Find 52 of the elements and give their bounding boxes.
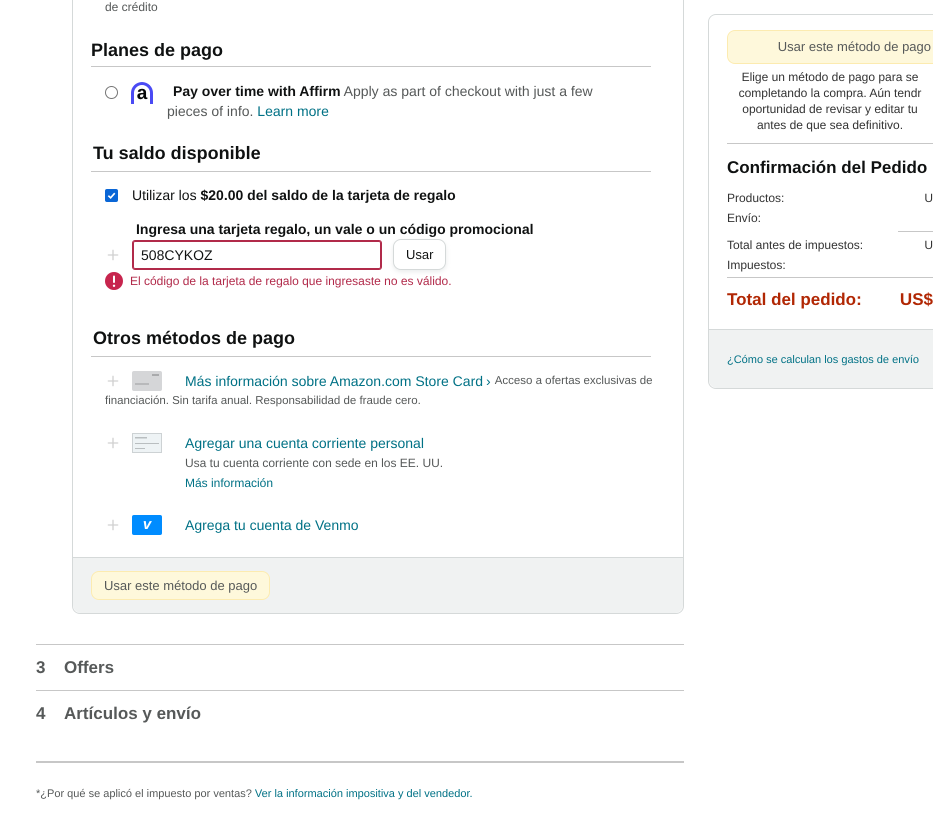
plus-icon [105,517,121,533]
order-total-label: Total del pedido: [727,289,862,312]
chevron-icon: › [486,371,491,391]
apply-button[interactable]: Usar [393,239,446,270]
method-link[interactable]: Agregar una cuenta corriente personal [185,433,424,453]
step-title: Offers [64,656,114,679]
tax-info-link[interactable]: Ver la información impositiva y del vendedor. [254,788,473,800]
error-icon [105,272,123,290]
section-heading: Tu saldo disponible [93,142,261,165]
plus-icon [105,246,121,262]
gift-card-label: Utilizar los $20.00 del saldo de la tarjeta de regalo [132,186,456,205]
store-card-description: Acceso a ofertas exclusivas de [494,374,653,389]
summary-note-line: Elige un método de pago para se [742,69,918,85]
use-payment-button[interactable]: Usar este método de pago [727,30,933,64]
affirm-description: Pay over time with Affirm Apply as part of checkout with just a few pieces of info. Learn more [167,82,594,121]
checkbox[interactable] [105,188,118,202]
radio-button[interactable] [105,86,118,99]
code-label: Ingresa una tarjeta regalo, un vale o un código promocional [136,220,534,238]
summary-note-line: oportunidad de revisar y editar tu [742,101,918,117]
summary-label: Impuestos: [727,257,786,274]
summary-note-line: antes de que sea definitivo. [756,117,904,133]
check-icon [132,433,162,453]
step-number: 4 [36,703,46,726]
card-icon [132,371,162,391]
plus-icon [105,435,121,451]
section-heading: Planes de pago [91,39,224,62]
credit-note: de crédito [105,0,159,14]
learn-more-link[interactable]: Learn more [257,103,329,119]
method-description: Usa tu cuenta corriente con sede en los EE. UU. [185,455,444,472]
step-number: 3 [36,656,46,679]
summary-label: Envío: [727,210,762,227]
method-link[interactable]: Agrega tu cuenta de Venmo [185,515,359,535]
plus-icon [105,373,121,389]
venmo-logo: v [132,515,162,535]
more-info-link[interactable]: Más información [185,473,274,493]
tax-footnote: *¿Por qué se aplicó el impuesto por ventas? Ver la información impositiva y del vendedor. [36,787,474,802]
summary-label: Productos: [727,190,784,207]
shipping-cost-link[interactable]: ¿Cómo se calculan los gastos de envío [727,354,919,366]
affirm-logo: a [131,82,153,104]
summary-label: Total antes de impuestos: [727,237,864,254]
summary-value: U [924,190,933,207]
summary-value: U [924,237,933,254]
code-field[interactable]: 508CYKOZ [132,240,382,270]
section-heading: Otros métodos de pago [93,327,296,350]
use-payment-button[interactable]: Usar este método de pago [91,571,270,600]
summary-note-line: completando la compra. Aún tendr [738,85,922,101]
summary-title: Confirmación del Pedido [727,157,928,179]
store-card-description: financiación. Sin tarifa anual. Responsabilidad de fraude cero. [105,394,421,409]
order-total-value: US$ [900,289,933,312]
error-message: El código de la tarjeta de regalo que ingresaste no es válido. [130,273,452,289]
step-title: Artículos y envío [64,703,201,726]
store-card-link[interactable]: Más información sobre Amazon.com Store Card [185,371,484,391]
